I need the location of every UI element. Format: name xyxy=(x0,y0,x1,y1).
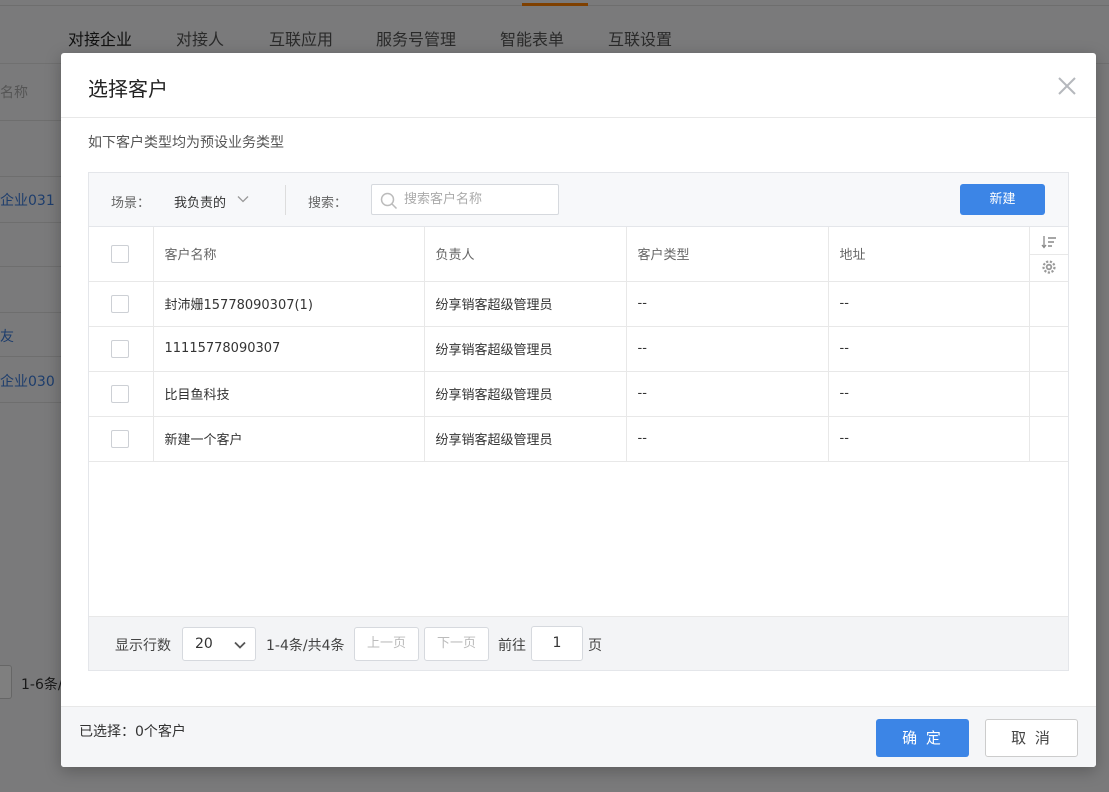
address-cell: -- xyxy=(827,416,1029,462)
scene-label: 场景： xyxy=(111,196,151,211)
address-cell: -- xyxy=(827,326,1029,372)
select-all-checkbox[interactable] xyxy=(111,244,129,263)
table-header-row: 客户名称 负责人 客户类型 地址 xyxy=(89,227,1068,282)
dialog-header: 选择客户 xyxy=(61,53,1096,118)
chevron-down-icon[interactable] xyxy=(236,192,250,206)
toolbar-divider xyxy=(285,185,286,215)
chevron-down-icon xyxy=(234,641,246,649)
owner-cell: 纷享销客超级管理员 xyxy=(423,326,626,372)
row-checkbox-cell xyxy=(89,371,153,417)
search-input[interactable] xyxy=(404,185,554,214)
row-checkbox[interactable] xyxy=(111,339,129,358)
search-box[interactable] xyxy=(371,184,559,215)
row-checkbox-cell xyxy=(89,281,153,327)
search-label: 搜索： xyxy=(308,196,348,211)
sort-icon[interactable] xyxy=(1040,234,1057,250)
customer-type-cell: -- xyxy=(625,416,828,462)
column-header-owner[interactable]: 负责人 xyxy=(423,227,626,282)
gear-icon[interactable] xyxy=(1041,259,1057,275)
customer-name-cell: 封沛姗15778090307(1) xyxy=(152,281,424,327)
customer-list-panel: 场景： 我负责的 搜索： 新建 客户名称 负责人 客户类型 地址 xyxy=(88,172,1069,671)
toolbar: 场景： 我负责的 搜索： 新建 xyxy=(89,173,1068,227)
column-header-address[interactable]: 地址 xyxy=(827,227,1029,282)
table-row[interactable]: 封沛姗15778090307(1) 纷享销客超级管理员 -- -- xyxy=(89,281,1068,327)
customer-type-cell: -- xyxy=(625,281,828,327)
select-all-cell xyxy=(89,227,153,282)
goto-label: 前往 xyxy=(498,638,526,654)
new-customer-button[interactable]: 新建 xyxy=(960,184,1045,215)
selected-count-text: 已选择：0个客户 xyxy=(79,724,186,740)
search-icon xyxy=(380,192,398,210)
confirm-button[interactable]: 确 定 xyxy=(876,719,969,757)
owner-cell: 纷享销客超级管理员 xyxy=(423,416,626,462)
tools-cell xyxy=(1028,371,1068,417)
prev-page-button[interactable]: 上一页 xyxy=(354,627,419,661)
close-icon[interactable] xyxy=(1056,75,1078,97)
customer-name-cell: 11115778090307 xyxy=(152,326,424,372)
dialog-title: 选择客户 xyxy=(88,77,168,101)
tools-cell xyxy=(1028,281,1068,327)
next-page-button[interactable]: 下一页 xyxy=(424,627,489,661)
address-cell: -- xyxy=(827,281,1029,327)
rows-per-page-label: 显示行数 xyxy=(115,638,171,654)
pagination-bar: 显示行数 20 1-4条/共4条 上一页 下一页 前往 1 页 xyxy=(89,616,1068,670)
page-number-input[interactable]: 1 xyxy=(531,626,583,661)
customer-type-cell: -- xyxy=(625,371,828,417)
cancel-button[interactable]: 取 消 xyxy=(985,719,1078,757)
tools-cell xyxy=(1028,416,1068,462)
customer-name-cell: 新建一个客户 xyxy=(152,416,424,462)
owner-cell: 纷享销客超级管理员 xyxy=(423,281,626,327)
owner-cell: 纷享销客超级管理员 xyxy=(423,371,626,417)
row-checkbox-cell xyxy=(89,416,153,462)
table-row[interactable]: 11115778090307 纷享销客超级管理员 -- -- xyxy=(89,326,1068,372)
table-row[interactable]: 新建一个客户 纷享销客超级管理员 -- -- xyxy=(89,416,1068,462)
column-header-name[interactable]: 客户名称 xyxy=(152,227,424,282)
row-checkbox-cell xyxy=(89,326,153,372)
customer-type-cell: -- xyxy=(625,326,828,372)
column-tools xyxy=(1028,227,1068,282)
dialog-subtitle: 如下客户类型均为预设业务类型 xyxy=(88,135,284,151)
customer-table: 客户名称 负责人 客户类型 地址 封沛姗15778090307(1) 纷享销客超级… xyxy=(89,227,1068,462)
address-cell: -- xyxy=(827,371,1029,417)
table-row[interactable]: 比目鱼科技 纷享销客超级管理员 -- -- xyxy=(89,371,1068,417)
scene-dropdown[interactable]: 我负责的 xyxy=(174,192,226,211)
page-suffix-label: 页 xyxy=(588,638,602,654)
row-checkbox[interactable] xyxy=(111,429,129,448)
column-header-type[interactable]: 客户类型 xyxy=(625,227,828,282)
page-size-value: 20 xyxy=(195,636,213,652)
page-size-select[interactable]: 20 xyxy=(182,627,256,661)
customer-name-cell: 比目鱼科技 xyxy=(152,371,424,417)
row-checkbox[interactable] xyxy=(111,294,129,313)
tools-cell xyxy=(1028,326,1068,372)
record-range-text: 1-4条/共4条 xyxy=(266,638,345,654)
row-checkbox[interactable] xyxy=(111,384,129,403)
dialog-footer: 已选择：0个客户 确 定 取 消 xyxy=(61,706,1096,767)
select-customer-dialog: 选择客户 如下客户类型均为预设业务类型 场景： 我负责的 搜索： 新建 xyxy=(61,53,1096,767)
